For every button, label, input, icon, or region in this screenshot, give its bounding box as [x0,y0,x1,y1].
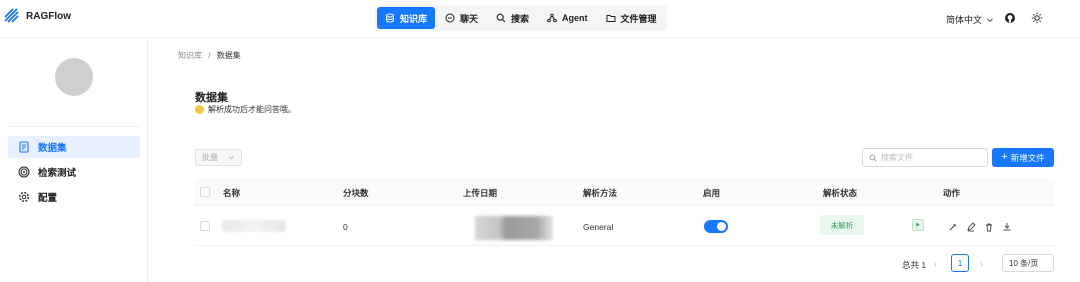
logo[interactable]: RAGFlow [4,8,71,24]
column-header-actions: 动作 [943,188,961,198]
column-header-upload-date[interactable]: 上传日期 [463,187,497,199]
chunk-count: 0 [343,222,348,232]
column-header-enabled: 启用 [703,188,721,198]
plus-icon: + [1001,151,1008,163]
database-icon [386,13,394,23]
chevron-down-icon [987,17,993,22]
add-file-label: 新增文件 [1010,152,1045,163]
search-input[interactable]: 搜索文件 [862,148,988,167]
logo-text: RAGFlow [26,10,71,22]
sidebar-item-label: 配置 [38,193,58,204]
column-header-chunks[interactable]: 分块数 [343,187,369,199]
batch-label: 批量 [202,153,218,162]
ragflow-logo-icon [4,8,19,23]
column-header-name[interactable]: 名称 [223,187,240,199]
file-icon [19,141,29,153]
table-row [195,206,1055,246]
subtitle-text: 解析成功后才能问答哦。 [208,105,296,114]
enable-toggle[interactable] [704,220,728,233]
run-parse-icon[interactable] [912,219,924,231]
pagination-current-page[interactable]: 1 [951,254,969,272]
nav-label: 文件管理 [620,13,657,24]
nav-agent[interactable]: Agent [539,7,596,29]
nav-chat[interactable]: 聊天 [437,7,486,29]
file-name-blurred[interactable] [222,220,286,232]
column-header-parse-method: 解析方法 [583,188,618,198]
delete-icon[interactable] [984,222,994,232]
play-icon [916,222,920,227]
add-file-button[interactable]: + 新增文件 [992,148,1054,167]
select-all-checkbox[interactable] [200,187,210,197]
main-nav: 知识库 聊天 搜索 Agent 文件管理 [375,5,667,31]
breadcrumb-current: 数据集 [216,51,241,60]
gear-icon [18,191,30,203]
edit-icon[interactable] [966,222,976,232]
breadcrumb-parent[interactable]: 知识库 [178,51,202,60]
nav-file-management[interactable]: 文件管理 [598,7,665,29]
page-size-select[interactable]: 10 条/页 [1002,254,1054,272]
nav-label: 搜索 [511,13,530,24]
breadcrumb-separator: / [208,51,211,60]
agent-icon [547,13,557,23]
search-icon [496,13,506,23]
sidebar-item-dataset[interactable]: 数据集 [8,136,140,158]
parse-method[interactable]: General [583,222,613,232]
page-subtitle: 解析成功后才能问答哦。 [195,104,296,115]
table-header: 名称 分块数 上传日期 解析方法 启用 解析状态 动作 [195,178,1055,206]
pagination-total: 总共 1 [902,260,927,270]
search-placeholder: 搜索文件 [881,153,913,162]
top-header: RAGFlow 知识库 聊天 搜索 Agent 文件管理 简体中文 [0,0,1080,38]
nav-label: 聊天 [460,13,479,24]
nav-knowledge-base[interactable]: 知识库 [377,7,436,29]
search-icon [869,154,877,162]
target-icon [18,166,30,178]
page-title: 数据集 [195,92,228,104]
nav-search[interactable]: 搜索 [488,7,537,29]
download-icon[interactable] [1002,222,1012,232]
breadcrumb: 知识库 / 数据集 [178,50,241,61]
sidebar-divider [8,126,140,127]
tool-icon[interactable] [948,222,958,232]
prev-page-icon[interactable]: ‹ [934,259,937,269]
upload-date-blurred [475,216,553,240]
sidebar-item-settings[interactable]: 配置 [8,186,140,208]
nav-label: 知识库 [400,13,428,24]
status-badge: 未解析 [820,215,864,235]
chat-icon [445,13,455,23]
language-label: 简体中文 [946,15,983,25]
column-header-parse-status: 解析状态 [823,188,858,198]
smile-emoji-icon [195,105,204,114]
sidebar-item-retrieval-testing[interactable]: 检索测试 [8,161,140,183]
next-page-icon[interactable]: › [980,259,983,269]
sidebar-item-label: 检索测试 [38,168,77,179]
language-selector[interactable]: 简体中文 [946,13,994,26]
folder-icon [606,15,616,22]
dataset-avatar [55,58,93,96]
nav-label: Agent [562,13,588,23]
sidebar-item-label: 数据集 [38,143,67,154]
batch-dropdown[interactable]: 批量 [195,149,242,166]
row-checkbox[interactable] [200,221,210,231]
sidebar [0,38,148,282]
chevron-down-icon [229,156,234,160]
github-icon[interactable] [1004,12,1016,24]
theme-toggle-icon[interactable] [1031,12,1043,24]
